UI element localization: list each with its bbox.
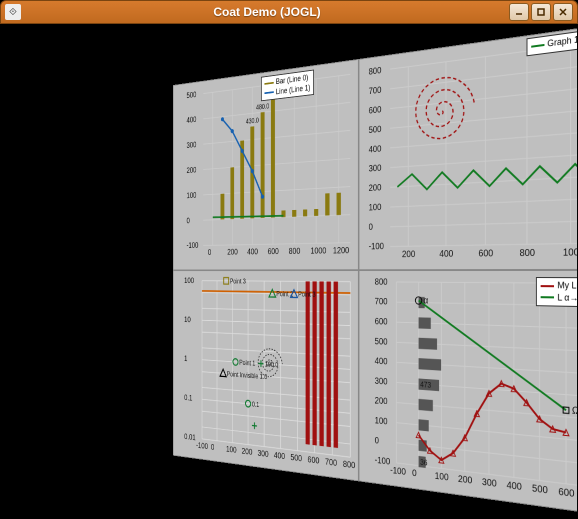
svg-text:Point 3: Point 3 [230, 277, 246, 285]
gl-stage[interactable]: 020040060080010001200-100010020030040050… [1, 25, 577, 518]
svg-text:600: 600 [558, 486, 574, 499]
svg-text:Point 1: Point 1 [239, 358, 255, 367]
svg-text:600: 600 [308, 455, 320, 466]
svg-text:100: 100 [435, 471, 449, 483]
svg-text:400: 400 [369, 144, 382, 155]
svg-text:200: 200 [402, 249, 415, 259]
chart-top-left: 0 200 400 600 800 1000 1200 -100 0 100 200 300 400 50… [173, 59, 359, 270]
svg-text:0: 0 [208, 248, 211, 257]
svg-text:400: 400 [274, 451, 285, 462]
svg-text:10: 10 [184, 315, 191, 324]
svg-text:500: 500 [375, 336, 388, 346]
chart-bottom-left: -1000 100 200 300 400 500 600 700 800 0.01 0.1 1 10 1… [173, 270, 359, 481]
svg-text:600: 600 [369, 104, 382, 115]
chart-bl-svg: -1000 100 200 300 400 500 600 700 800 0.01 0.1 1 10 1… [174, 271, 358, 480]
svg-text:600: 600 [268, 247, 279, 256]
svg-text:α: α [423, 295, 428, 305]
svg-text:-100: -100 [196, 441, 208, 451]
svg-text:700: 700 [369, 85, 382, 96]
svg-text:0: 0 [375, 435, 379, 445]
chart-grid: 020040060080010001200-100010020030040050… [173, 25, 577, 515]
svg-text:600: 600 [478, 248, 493, 259]
svg-text:-100: -100 [390, 465, 406, 477]
minimize-icon [514, 7, 524, 17]
svg-text:-100: -100 [369, 241, 384, 251]
svg-text:300: 300 [375, 376, 388, 387]
svg-text:473: 473 [420, 380, 431, 390]
chart-top-right: 200 400 600 800 1000 -100 0 100 200 300 400 500 600 7… [359, 25, 577, 270]
svg-text:200: 200 [242, 447, 253, 457]
svg-text:100: 100 [375, 415, 388, 426]
chart-tr-svg: 200 400 600 800 1000 -100 0 100 200 300 400 500 600 7… [359, 26, 577, 270]
svg-text:1000: 1000 [311, 246, 327, 256]
app-window: ⟐ Coat Demo (JOGL) 020040060080010001200… [0, 0, 578, 519]
svg-text:100: 100 [184, 276, 194, 285]
svg-text:Point 3: Point 3 [298, 290, 315, 299]
svg-text:1000: 1000 [563, 247, 577, 258]
svg-text:0: 0 [369, 222, 373, 232]
svg-text:800: 800 [369, 65, 382, 76]
svg-text:100: 100 [226, 445, 236, 455]
svg-text:800: 800 [343, 459, 355, 470]
svg-text:700: 700 [325, 457, 337, 468]
svg-text:300: 300 [258, 449, 269, 459]
svg-text:-100: -100 [187, 241, 199, 250]
svg-text:Point Invisible 1.0: Point Invisible 1.0 [227, 370, 267, 381]
svg-text:1: 1 [184, 354, 187, 363]
svg-text:36: 36 [420, 457, 427, 467]
app-icon: ⟐ [5, 4, 21, 20]
chart-bottom-right: -100 0 100 200 300 400 500 600 700 -100 0 100 200 300… [359, 270, 577, 516]
maximize-button[interactable] [531, 3, 551, 21]
svg-text:-100: -100 [375, 455, 390, 467]
svg-text:0: 0 [211, 443, 214, 452]
svg-text:100.0: 100.0 [265, 360, 278, 369]
chart-br-svg: -100 0 100 200 300 400 500 600 700 -100 0 100 200 300… [359, 271, 577, 514]
svg-text:200: 200 [187, 166, 197, 175]
svg-text:800: 800 [289, 247, 300, 256]
svg-text:0: 0 [412, 468, 416, 479]
window-title: Coat Demo (JOGL) [213, 5, 320, 19]
svg-text:430.0: 430.0 [246, 116, 259, 125]
maximize-icon [536, 7, 546, 17]
svg-text:100: 100 [369, 202, 382, 212]
svg-text:800: 800 [520, 247, 535, 258]
titlebar[interactable]: ⟐ Coat Demo (JOGL) [0, 0, 578, 24]
minimize-button[interactable] [509, 3, 529, 21]
svg-text:300: 300 [187, 140, 197, 149]
svg-text:300: 300 [482, 477, 497, 489]
svg-text:800: 800 [375, 277, 388, 287]
svg-text:600: 600 [375, 316, 388, 326]
svg-text:100: 100 [187, 191, 197, 200]
svg-text:200: 200 [227, 248, 237, 257]
svg-text:400: 400 [439, 249, 453, 259]
svg-text:700: 700 [375, 297, 388, 307]
svg-text:1200: 1200 [333, 246, 349, 256]
svg-text:0.1: 0.1 [184, 393, 192, 402]
svg-text:500: 500 [532, 483, 548, 496]
svg-text:200: 200 [369, 183, 382, 193]
svg-text:480.0: 480.0 [256, 102, 269, 112]
svg-text:400: 400 [187, 115, 197, 125]
svg-text:Ω: Ω [572, 405, 577, 417]
svg-text:0: 0 [187, 216, 190, 225]
close-button[interactable] [553, 3, 573, 21]
svg-text:200: 200 [458, 474, 472, 486]
svg-text:400: 400 [247, 247, 258, 256]
svg-text:500: 500 [187, 90, 197, 100]
svg-text:300: 300 [369, 163, 382, 174]
svg-text:400: 400 [507, 480, 522, 493]
svg-text:0.01: 0.01 [184, 432, 196, 442]
svg-text:500: 500 [291, 453, 302, 464]
close-icon [558, 7, 568, 17]
svg-text:400: 400 [375, 356, 388, 367]
legend-bottom-right: My LineL α→Ω [536, 277, 577, 308]
svg-text:500: 500 [369, 124, 382, 135]
svg-text:200: 200 [375, 396, 388, 407]
svg-text:0.1: 0.1 [252, 400, 259, 409]
